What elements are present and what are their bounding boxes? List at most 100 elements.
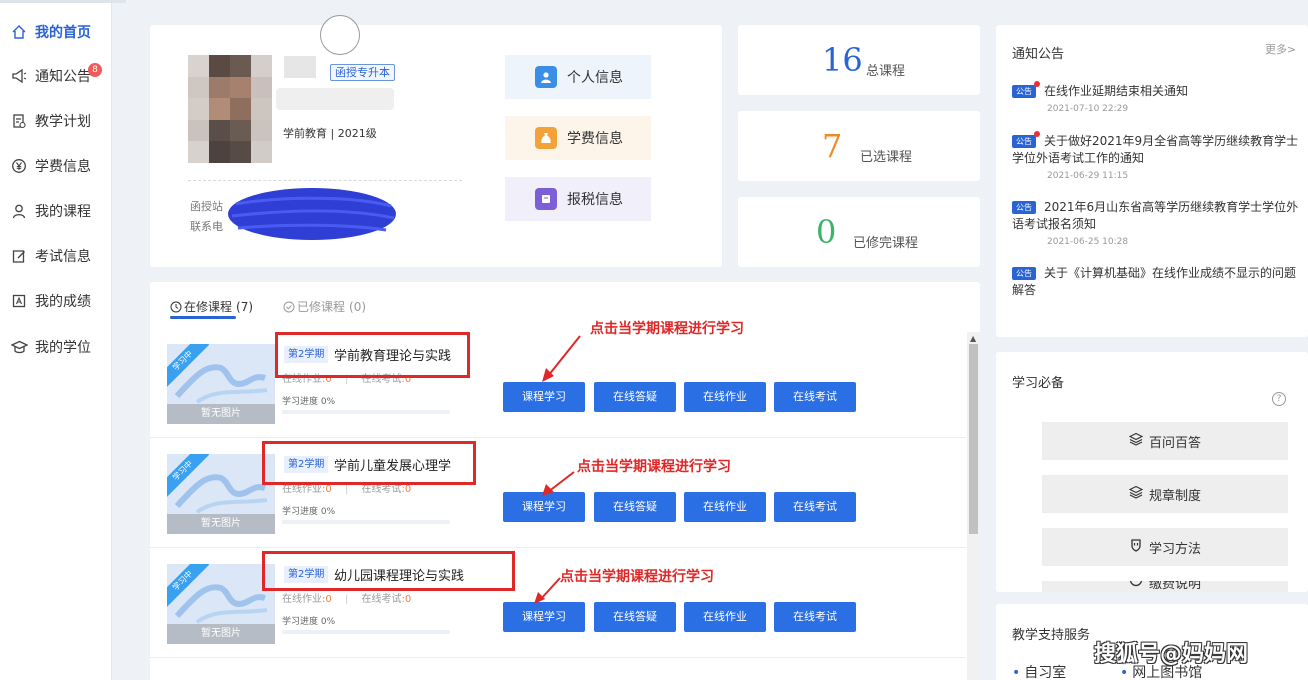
score-icon (10, 292, 28, 310)
faq-button[interactable]: 百问百答 (1042, 422, 1288, 460)
progress-label: 学习进度 0% (282, 507, 336, 517)
homework-label: 在线作业: (282, 484, 326, 495)
notice-tag: 公告 (1012, 201, 1036, 214)
exam-label: 在线考试: (361, 594, 405, 605)
notice-item[interactable]: 公告 关于做好2021年9月全省高等学历继续教育学士学位外语考试工作的通知 202… (1012, 131, 1302, 181)
online-homework-button[interactable]: 在线作业 (684, 382, 766, 412)
tuition-info-label: 学费信息 (567, 131, 623, 147)
avatar-placeholder[interactable] (320, 15, 360, 55)
tab-count: (0) (349, 299, 367, 314)
course-study-button[interactable]: 课程学习 (503, 602, 585, 632)
contact-label: 联系电 (190, 220, 223, 233)
yen-icon (1129, 581, 1143, 591)
sidebar-item-notices[interactable]: 通知公告 8 (0, 56, 112, 96)
online-exam-button[interactable]: 在线考试 (774, 492, 856, 522)
notice-tag: 公告 (1012, 131, 1040, 148)
sidebar-item-degree[interactable]: 我的学位 (0, 327, 112, 367)
sidebar-item-home[interactable]: 我的首页 (0, 12, 112, 52)
personal-info-button[interactable]: 个人信息 (505, 55, 651, 99)
sidebar-item-tuition[interactable]: 学费信息 (0, 146, 112, 186)
active-tab-indicator (170, 316, 236, 319)
notices-more-link[interactable]: 更多> (1265, 41, 1296, 57)
layers-icon (1128, 485, 1144, 503)
sidebar-item-grades[interactable]: 我的成绩 (0, 281, 112, 321)
watermark: 搜狐号@妈妈网 (1094, 642, 1249, 667)
tab-completed-courses[interactable]: 已修课程 (0) (283, 298, 366, 315)
progress-bar (282, 520, 450, 524)
tax-info-button[interactable]: 报税信息 (505, 177, 651, 221)
user-icon (10, 202, 28, 220)
tab-count: (7) (236, 299, 254, 314)
progress-bar (282, 630, 450, 634)
exam-value: 0 (404, 594, 412, 605)
receipt-icon (535, 188, 557, 210)
course-study-button[interactable]: 课程学习 (503, 382, 585, 412)
notice-tag: 公告 (1012, 267, 1036, 280)
major-grade: 学前教育 | 2021级 (283, 127, 377, 140)
stat-label: 总课程 (866, 64, 906, 79)
online-qa-button[interactable]: 在线答疑 (594, 382, 676, 412)
graduation-cap-icon (10, 338, 28, 356)
online-homework-button[interactable]: 在线作业 (684, 492, 766, 522)
sidebar-item-teaching-plan[interactable]: 教学计划 (0, 101, 112, 141)
divider (188, 180, 462, 181)
study-methods-button[interactable]: 学习方法 (1042, 528, 1288, 566)
program-tag: 函授专升本 (330, 64, 395, 81)
annotation-box (262, 441, 476, 485)
rules-button[interactable]: 规章制度 (1042, 475, 1288, 513)
stat-total-courses[interactable]: 16 总课程 (738, 25, 980, 95)
tab-current-courses[interactable]: 在修课程 (7) (170, 298, 253, 315)
course-thumbnail: 学习中 暂无图片 (167, 454, 275, 534)
online-qa-button[interactable]: 在线答疑 (594, 492, 676, 522)
stat-completed-courses[interactable]: 0 已修完课程 (738, 197, 980, 267)
unread-dot (1034, 81, 1040, 87)
course-list-scrollbar[interactable]: ▲ (967, 332, 980, 680)
homework-label: 在线作业: (282, 594, 326, 605)
notice-item[interactable]: 公告 关于《计算机基础》在线作业成绩不显示的问题解答 (1012, 265, 1302, 299)
stat-value: 7 (822, 127, 843, 165)
yen-icon (10, 157, 28, 175)
annotation-hint: 点击当学期课程进行学习 (590, 321, 744, 337)
help-icon[interactable]: ? (1272, 392, 1286, 406)
annotation-hint: 点击当学期课程进行学习 (560, 569, 714, 585)
annotation-box (262, 551, 515, 591)
stat-selected-courses[interactable]: 7 已选课程 (738, 111, 980, 181)
stat-label: 已修完课程 (853, 236, 919, 251)
study-essentials-panel: 学习必备 ? 百问百答 规章制度 学习方法 缴费说明 (996, 352, 1308, 592)
scroll-thumb[interactable] (969, 344, 978, 534)
online-exam-button[interactable]: 在线考试 (774, 602, 856, 632)
sidebar-item-label: 考试信息 (35, 249, 91, 265)
no-image-label: 暂无图片 (167, 514, 275, 534)
tuition-info-button[interactable]: 学费信息 (505, 116, 651, 160)
sidebar-item-label: 学费信息 (35, 159, 91, 175)
document-icon (10, 112, 28, 130)
study-methods-label: 学习方法 (1148, 541, 1201, 557)
notice-item[interactable]: 公告 2021年6月山东省高等学历继续教育学士学位外语考试报名须知 2021-06… (1012, 199, 1302, 247)
unread-dot (1034, 131, 1040, 137)
sidebar-top-line (0, 0, 126, 3)
payment-guide-label: 缴费说明 (1148, 581, 1201, 592)
online-qa-button[interactable]: 在线答疑 (594, 602, 676, 632)
study-room-link[interactable]: • 自习室 (1012, 662, 1066, 680)
stat-value: 16 (822, 41, 863, 79)
avatar-photo-pixelated (188, 55, 272, 163)
sidebar-item-label: 我的首页 (35, 25, 91, 41)
scroll-up-arrow-icon[interactable]: ▲ (970, 334, 976, 343)
stat-label: 已选课程 (860, 150, 913, 165)
payment-guide-button[interactable]: 缴费说明 (1042, 581, 1288, 592)
notice-item[interactable]: 公告 在线作业延期结束相关通知 2021-07-10 22:29 (1012, 81, 1302, 114)
annotation-hint: 点击当学期课程进行学习 (577, 459, 731, 475)
notice-title: 关于做好2021年9月全省高等学历继续教育学士学位外语考试工作的通知 (1012, 134, 1299, 165)
check-circle-icon (283, 301, 295, 312)
sidebar-item-exams[interactable]: 考试信息 (0, 236, 112, 276)
online-exam-button[interactable]: 在线考试 (774, 382, 856, 412)
notice-date: 2021-06-29 11:15 (1047, 171, 1129, 181)
rules-label: 规章制度 (1148, 488, 1201, 504)
sidebar-item-my-courses[interactable]: 我的课程 (0, 191, 112, 231)
progress-label: 学习进度 0% (282, 397, 336, 407)
annotation-arrow-icon (534, 577, 561, 604)
course-row-partial[interactable] (150, 660, 966, 680)
no-image-label: 暂无图片 (167, 404, 275, 424)
online-homework-button[interactable]: 在线作业 (684, 602, 766, 632)
sidebar: 我的首页 通知公告 8 教学计划 学费信息 我的课程 考试信息 我的成绩 我的学… (0, 0, 126, 680)
